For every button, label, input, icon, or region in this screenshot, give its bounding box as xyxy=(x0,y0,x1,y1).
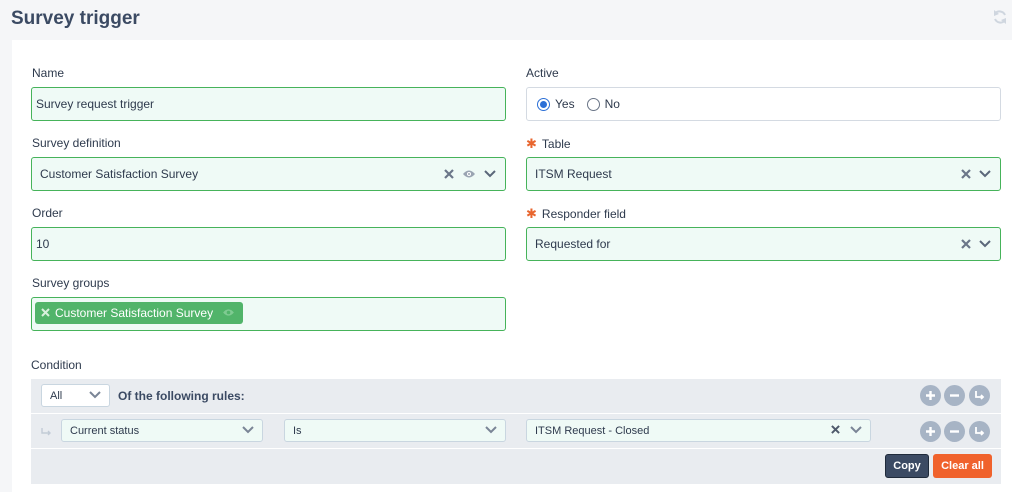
table-value: ITSM Request xyxy=(535,167,612,181)
survey-definition-label: Survey definition xyxy=(32,136,121,150)
chevron-down-icon xyxy=(89,390,101,402)
match-mode-select[interactable]: All xyxy=(41,384,110,407)
order-input[interactable]: 10 xyxy=(31,227,506,261)
condition-label: Condition xyxy=(31,358,82,372)
clear-x-icon[interactable] xyxy=(444,169,454,179)
responder-field-select[interactable]: Requested for xyxy=(526,227,1001,261)
rule-field-value: Current status xyxy=(70,424,140,437)
remove-rule-button[interactable] xyxy=(944,385,965,406)
active-no-radio[interactable] xyxy=(586,97,600,111)
survey-definition-select[interactable]: Customer Satisfaction Survey xyxy=(31,157,506,191)
page-title: Survey trigger xyxy=(11,8,140,29)
name-label: Name xyxy=(32,66,65,80)
chevron-down-icon[interactable] xyxy=(850,425,862,437)
rule-field-select[interactable]: Current status xyxy=(61,419,263,442)
clear-x-icon[interactable] xyxy=(961,169,971,179)
name-value: Survey request trigger xyxy=(36,97,155,111)
order-label: Order xyxy=(32,206,63,220)
order-value: 10 xyxy=(36,237,50,251)
survey-definition-value: Customer Satisfaction Survey xyxy=(40,167,199,181)
add-rule-button[interactable] xyxy=(920,421,941,442)
rule-value-select[interactable]: ITSM Request - Closed xyxy=(526,419,871,442)
add-subrule-button[interactable] xyxy=(969,421,990,442)
active-no-label[interactable]: No xyxy=(605,97,620,111)
chevron-down-icon[interactable] xyxy=(979,240,991,248)
survey-groups-label: Survey groups xyxy=(32,276,110,290)
rule-operator-value: Is xyxy=(293,424,302,437)
chevron-down-icon xyxy=(242,425,254,437)
table-label-text: Table xyxy=(541,137,571,151)
responder-field-label: ✱ Responder field xyxy=(526,206,626,222)
chevron-down-icon[interactable] xyxy=(979,170,991,178)
condition-footer-bar xyxy=(31,449,1001,484)
responder-field-value: Requested for xyxy=(535,237,611,251)
remove-rule-button[interactable] xyxy=(944,421,965,442)
add-rule-button[interactable] xyxy=(920,385,941,406)
survey-group-tag-label: Customer Satisfaction Survey xyxy=(55,306,214,320)
refresh-icon[interactable] xyxy=(991,8,1009,26)
tag-remove-icon[interactable] xyxy=(41,306,50,320)
sub-rule-arrow-icon xyxy=(40,424,52,442)
copy-button[interactable]: Copy xyxy=(885,454,929,478)
required-asterisk: ✱ xyxy=(526,136,537,151)
active-yes-label[interactable]: Yes xyxy=(555,97,575,111)
eye-icon[interactable] xyxy=(462,169,476,179)
eye-icon[interactable] xyxy=(222,306,235,320)
responder-field-label-text: Responder field xyxy=(541,207,626,221)
rule-value-value: ITSM Request - Closed xyxy=(535,424,650,437)
active-radio-group: Yes No xyxy=(526,87,1001,121)
clear-x-icon[interactable] xyxy=(961,239,971,249)
active-yes-radio[interactable] xyxy=(537,97,550,111)
active-label: Active xyxy=(526,66,559,80)
match-mode-value: All xyxy=(50,389,63,402)
clear-x-icon[interactable] xyxy=(831,424,840,437)
table-label: ✱ Table xyxy=(526,136,571,152)
following-rules-text: Of the following rules: xyxy=(118,389,245,403)
required-asterisk: ✱ xyxy=(526,206,537,221)
clear-all-button[interactable]: Clear all xyxy=(933,454,992,478)
rule-operator-select[interactable]: Is xyxy=(284,419,506,442)
chevron-down-icon[interactable] xyxy=(484,170,496,178)
add-subrule-button[interactable] xyxy=(969,385,990,406)
survey-group-tag[interactable]: Customer Satisfaction Survey xyxy=(35,302,244,324)
table-select[interactable]: ITSM Request xyxy=(526,157,1001,191)
chevron-down-icon xyxy=(485,425,497,437)
name-input[interactable]: Survey request trigger xyxy=(31,87,506,121)
